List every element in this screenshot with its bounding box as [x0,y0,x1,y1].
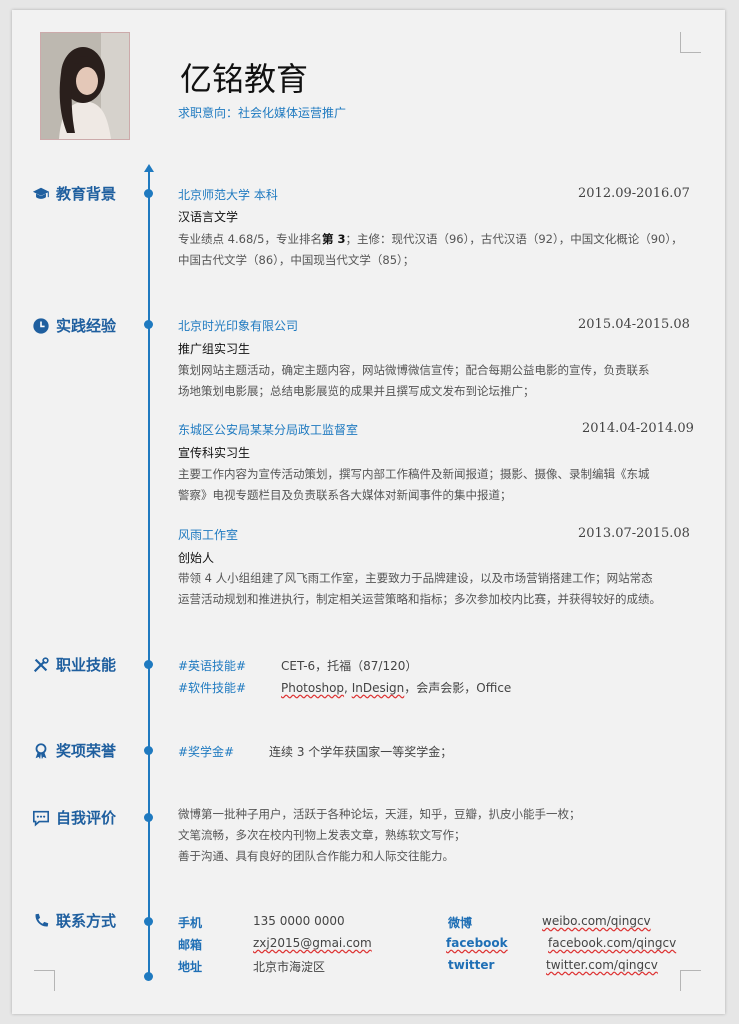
text-span: twitter.com/qingcv [546,958,658,972]
section-title: 教育背景 [56,185,117,203]
section-heading-contact: 联系方式 [32,910,116,931]
education-school: 北京师范大学 本科 [178,188,278,202]
desc-line: 带领 4 人小组组建了风飞雨工作室，主要致力于品牌建设，以及市场营销搭建工作；网… [178,571,653,585]
education-major: 汉语言文学 [178,210,239,224]
practice-role: 推广组实习生 [178,342,251,356]
practice-desc: 策划网站主题活动，确定主题内容，网站微博微信宣传；配合每期公益电影的宣传，负责联… [178,360,698,402]
desc-line: 策划网站主题活动，确定主题内容，网站微博微信宣传；配合每期公益电影的宣传，负责联… [178,363,650,377]
timeline-dot [144,813,153,822]
practice-desc: 主要工作内容为宣传活动策划，撰写内部工作稿件及新闻报道；摄影、摄像、录制编辑《东… [178,464,698,506]
section-title: 自我评价 [56,809,117,827]
education-detail: 专业绩点 4.68/5，专业排名第 3；主修：现代汉语（96），古代汉语（92）… [178,229,698,271]
section-heading-self-eval: 自我评价 [32,807,116,828]
desc-line: 主要工作内容为宣传活动策划，撰写内部工作稿件及新闻报道；摄影、摄像、录制编辑《东… [178,467,650,481]
timeline-line [148,168,150,978]
contact-phone: 135 0000 0000 [253,914,345,928]
skill-label: #软件技能# [178,681,247,695]
practice-org: 风雨工作室 [178,528,239,542]
text-span: Photoshop [281,681,345,695]
section-heading-education: 教育背景 [32,183,116,204]
graduation-cap-icon [32,187,50,199]
text-span: ，会声会影，Office [404,681,512,695]
chat-bubble-icon [32,810,50,827]
contact-twitter-label: twitter [448,958,495,972]
job-intent: 求职意向：社会化媒体运营推广 [178,106,347,120]
self-eval-text: 微博第一批种子用户，活跃于各种论坛，天涯，知乎，豆瓣，扒皮小能手一枚； 文笔流畅… [178,804,698,867]
practice-role: 宣传科实习生 [178,446,251,460]
skill-value: Photoshop, InDesign，会声会影，Office [281,679,511,696]
timeline-dot [144,917,153,926]
contact-weibo-label: 微博 [448,916,473,930]
practice-date: 2014.04-2014.09 [582,421,694,436]
timeline-dot [144,972,153,981]
skill-value: CET-6，托福（87/120） [281,659,418,673]
clock-icon [33,317,49,334]
education-detail-line: 中国古代文学（86），中国现当代文学（85）； [178,253,415,267]
contact-twitter[interactable]: twitter.com/qingcv [546,958,658,972]
text-span: weibo.com/qingcv [542,914,651,928]
section-title: 联系方式 [56,912,117,930]
corner-mark-top-right [680,32,701,53]
section-title: 实践经验 [56,317,117,335]
contact-facebook[interactable]: facebook.com/qingcv [548,936,676,950]
practice-role: 创始人 [178,551,215,565]
practice-org: 北京时光印象有限公司 [178,319,299,333]
contact-addr: 北京市海淀区 [253,960,326,974]
award-label: #奖学金# [178,745,235,759]
practice-desc: 带领 4 人小组组建了风飞雨工作室，主要致力于品牌建设，以及市场营销搭建工作；网… [178,568,698,610]
profile-photo [40,32,130,140]
contact-email[interactable]: zxj2015@gmai.com [253,936,372,950]
self-eval-line: 微博第一批种子用户，活跃于各种论坛，天涯，知乎，豆瓣，扒皮小能手一枚； [178,807,581,821]
desc-line: 运营活动规划和推进执行，制定相关运营策略和指标；多次参加校内比赛，并获得较好的成… [178,592,661,606]
text-span: facebook.com/qingcv [548,936,677,950]
contact-email-label: 邮箱 [178,938,203,952]
section-title: 职业技能 [56,656,117,674]
self-eval-line: 善于沟通、具有良好的团队合作能力和人际交往能力。 [178,849,454,863]
corner-mark-bottom-left [34,970,55,991]
timeline-dot [144,746,153,755]
award-ribbon-icon [35,742,47,759]
resume-page: 亿铭教育 求职意向：社会化媒体运营推广 教育背景 实践经验 职业技能 奖项荣誉 … [12,10,725,1014]
section-heading-awards: 奖项荣誉 [32,740,116,761]
desc-line: 警察》电视专题栏目及负责联系各大媒体对新闻事件的集中报道； [178,488,512,502]
timeline-dot [144,189,153,198]
education-date: 2012.09-2016.07 [578,186,690,201]
award-value: 连续 3 个学年获国家一等奖学金； [269,745,453,759]
timeline-dot [144,660,153,669]
self-eval-line: 文笔流畅，多次在校内刊物上发表文章，熟练软文写作； [178,828,466,842]
skill-label: #英语技能# [178,659,247,673]
phone-icon [35,913,49,926]
contact-addr-label: 地址 [178,960,203,974]
section-title: 奖项荣誉 [56,742,117,760]
text-span: zxj2015@gmai.com [253,936,372,950]
candidate-name: 亿铭教育 [180,60,309,98]
section-heading-practice: 实践经验 [32,315,116,336]
practice-date: 2015.04-2015.08 [578,317,690,332]
contact-phone-label: 手机 [178,916,203,930]
education-detail-line: 专业绩点 4.68/5，专业排名第 3；主修：现代汉语（96），古代汉语（92）… [178,229,698,250]
corner-mark-bottom-right [680,970,701,991]
text-span: , [344,681,352,695]
text-span: ；主修：现代汉语（96），古代汉语（92），中国文化概论（90）， [345,232,683,246]
contact-weibo[interactable]: weibo.com/qingcv [542,914,651,928]
contact-facebook-label: facebook [446,936,508,950]
practice-date: 2013.07-2015.08 [578,526,690,541]
desc-line: 场地策划电影展；总结电影展览的成果并且撰写成文发布到论坛推广； [178,384,535,398]
practice-org: 东城区公安局某某分局政工监督室 [178,423,359,437]
tools-icon [33,656,49,672]
section-heading-skills: 职业技能 [32,654,116,675]
text-span: InDesign [351,681,405,695]
rank-highlight: 第 3 [321,232,346,246]
timeline-dot [144,320,153,329]
text-span: 专业绩点 4.68/5，专业排名 [178,232,322,246]
